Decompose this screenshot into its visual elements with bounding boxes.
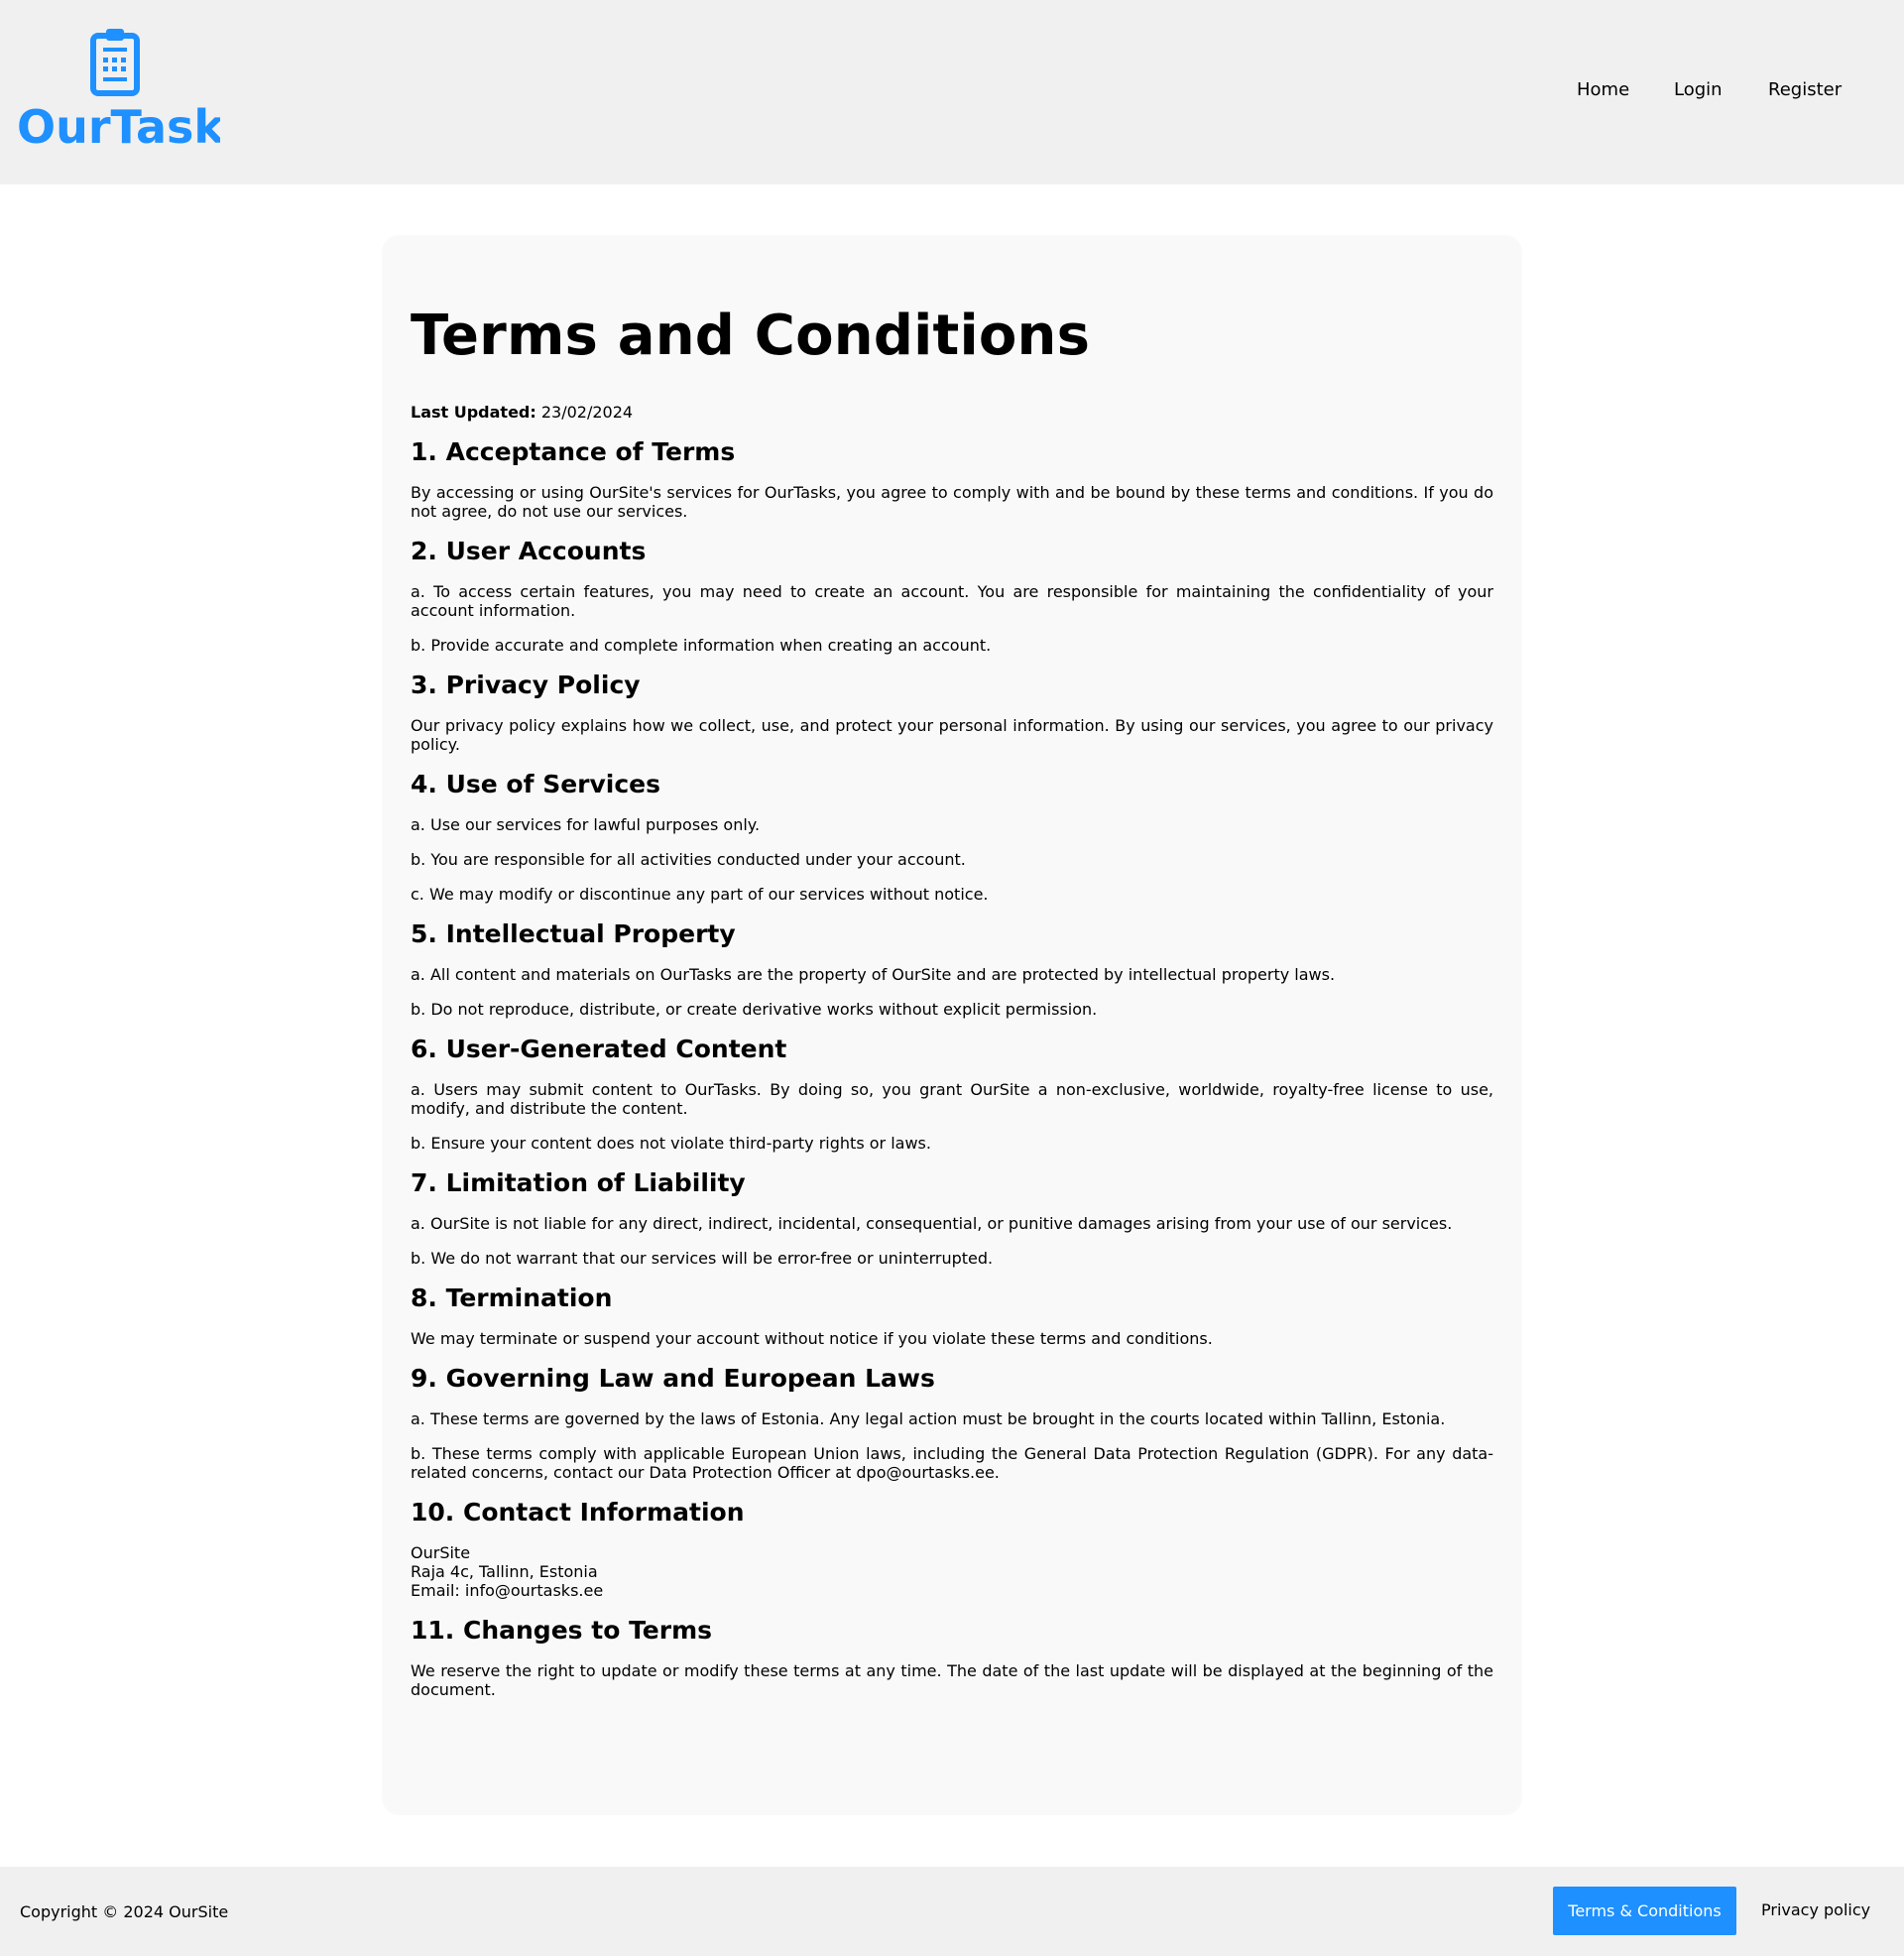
section-paragraph: Our privacy policy explains how we colle…	[411, 716, 1493, 755]
page-title: Terms and Conditions	[411, 304, 1091, 368]
section-heading: 7. Limitation of Liability	[411, 1168, 746, 1198]
nav-home-link[interactable]: Home	[1577, 79, 1629, 100]
section-paragraph: a. OurSite is not liable for any direct,…	[411, 1214, 1453, 1234]
contact-address: Raja 4c, Tallinn, Estonia	[411, 1562, 598, 1582]
section-paragraph: We reserve the right to update or modify…	[411, 1661, 1493, 1700]
section-heading: 5. Intellectual Property	[411, 919, 736, 949]
section-heading: 10. Contact Information	[411, 1498, 745, 1528]
nav-login-link[interactable]: Login	[1674, 79, 1723, 100]
section-paragraph: a. To access certain features, you may n…	[411, 582, 1493, 621]
last-updated: Last Updated: 23/02/2024	[411, 403, 1493, 422]
section-paragraph: a. These terms are governed by the laws …	[411, 1409, 1446, 1429]
privacy-policy-link[interactable]: Privacy policy	[1761, 1900, 1870, 1920]
section-paragraph: b. Provide accurate and complete informa…	[411, 636, 992, 656]
clipboard-icon: OurTasks	[17, 29, 220, 154]
section-paragraph: b. We do not warrant that our services w…	[411, 1249, 994, 1269]
contact-email: Email: info@ourtasks.ee	[411, 1581, 604, 1601]
section-paragraph: b. These terms comply with applicable Eu…	[411, 1444, 1493, 1483]
section-heading: 2. User Accounts	[411, 537, 647, 566]
section-paragraph: a. Use our services for lawful purposes …	[411, 815, 761, 835]
brand-logo[interactable]: OurTasks	[16, 26, 220, 155]
section-heading: 9. Governing Law and European Laws	[411, 1364, 935, 1394]
section-paragraph: a. All content and materials on OurTasks…	[411, 965, 1336, 985]
terms-conditions-link[interactable]: Terms & Conditions	[1553, 1887, 1736, 1935]
section-heading: 3. Privacy Policy	[411, 671, 641, 700]
section-heading: 6. User-Generated Content	[411, 1035, 787, 1064]
section-paragraph: b. You are responsible for all activitie…	[411, 850, 966, 870]
section-paragraph: We may terminate or suspend your account…	[411, 1329, 1213, 1349]
section-heading: 1. Acceptance of Terms	[411, 437, 736, 467]
contact-company: OurSite	[411, 1543, 471, 1563]
section-heading: 4. Use of Services	[411, 770, 661, 799]
section-heading: 8. Termination	[411, 1284, 613, 1313]
last-updated-label: Last Updated:	[411, 403, 536, 423]
terms-card: Terms and Conditions Last Updated: 23/02…	[382, 235, 1522, 1815]
section-paragraph: c. We may modify or discontinue any part…	[411, 885, 989, 905]
last-updated-value: 23/02/2024	[536, 403, 634, 423]
brand-name: OurTasks	[17, 100, 220, 154]
section-paragraph: b. Ensure your content does not violate …	[411, 1134, 931, 1154]
section-paragraph: b. Do not reproduce, distribute, or crea…	[411, 1000, 1098, 1020]
copyright-text: Copyright © 2024 OurSite	[20, 1902, 229, 1921]
site-header: OurTasks Home Login Register	[0, 0, 1904, 184]
nav-register-link[interactable]: Register	[1768, 79, 1842, 100]
section-paragraph: a. Users may submit content to OurTasks.…	[411, 1080, 1493, 1119]
contact-block: OurSite Raja 4c, Tallinn, Estonia Email:…	[411, 1543, 1493, 1600]
section-heading: 11. Changes to Terms	[411, 1616, 713, 1646]
site-footer: Copyright © 2024 OurSite Terms & Conditi…	[0, 1867, 1904, 1956]
section-paragraph: By accessing or using OurSite's services…	[411, 483, 1493, 522]
